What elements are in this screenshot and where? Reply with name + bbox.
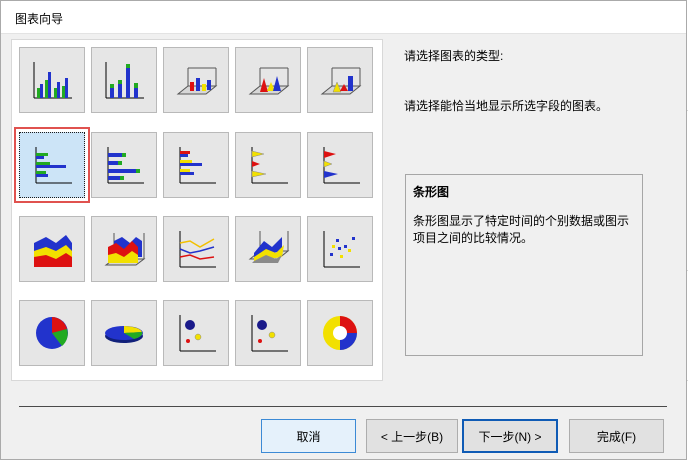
bar-chart-icon <box>35 147 72 184</box>
chart-type-prompt: 请选择图表的类型: <box>404 49 504 63</box>
3d-pie-chart-icon <box>105 326 143 343</box>
chart-type-clustered-bar[interactable] <box>163 132 229 198</box>
doughnut-chart-icon <box>323 316 357 350</box>
chart-description-panel: 条形图 条形图显示了特定时间的个别数据或图示项目之间的比较情况。 <box>405 174 643 356</box>
scatter-chart-icon <box>323 231 360 268</box>
chart-type-scatter[interactable] <box>307 216 373 282</box>
bubble-chart-alt-icon <box>251 315 288 352</box>
chart-type-gallery <box>11 39 383 381</box>
chart-type-stacked-column[interactable] <box>91 47 157 113</box>
chart-type-hint: 请选择能恰当地显示所选字段的图表。 <box>404 99 609 113</box>
chart-type-bubble[interactable] <box>163 300 229 366</box>
clustered-bar-chart-icon <box>179 147 216 184</box>
chart-description-text: 条形图显示了特定时间的个别数据或图示项目之间的比较情况。 <box>413 214 630 245</box>
pyramid-bar-chart-icon <box>323 147 360 184</box>
stacked-column-chart-icon <box>105 62 144 99</box>
3d-cone-chart-icon <box>248 67 290 95</box>
chart-type-3d-pie[interactable] <box>91 300 157 366</box>
dialog-title: 图表向导 <box>15 12 64 26</box>
cone-bar-chart-icon <box>251 147 288 184</box>
stacked-bar-chart-icon <box>107 147 144 184</box>
bubble-chart-icon <box>179 315 216 352</box>
chart-type-3d-column[interactable] <box>163 47 229 113</box>
chart-type-pie[interactable] <box>19 300 85 366</box>
pie-chart-icon <box>36 317 68 349</box>
3d-area-chart-icon <box>104 233 146 266</box>
chart-type-bar[interactable] <box>14 127 90 203</box>
chart-type-3d-cone[interactable] <box>235 47 301 113</box>
chart-type-pyramid-bar[interactable] <box>307 132 373 198</box>
next-button[interactable]: 下一步(N) > <box>462 419 558 453</box>
chart-type-area[interactable] <box>19 216 85 282</box>
chart-type-doughnut[interactable] <box>307 300 373 366</box>
3d-surface-chart-icon <box>248 231 290 263</box>
chart-wizard-dialog: 图表向导 请选择图表的类型: 请选择能恰当地显示所选字段的图表。 条形图 条形图… <box>0 0 687 460</box>
finish-button[interactable]: 完成(F) <box>569 419 664 453</box>
footer-divider <box>19 406 667 407</box>
chart-type-column[interactable] <box>19 47 85 113</box>
3d-pyramid-chart-icon <box>320 67 362 95</box>
3d-column-chart-icon <box>176 67 218 95</box>
chart-description-title: 条形图 <box>413 185 450 199</box>
cancel-button[interactable]: 取消 <box>261 419 356 453</box>
column-chart-icon <box>33 62 72 99</box>
chart-type-cone-bar[interactable] <box>235 132 301 198</box>
chart-type-3d-surface[interactable] <box>235 216 301 282</box>
chart-type-3d-pyramid[interactable] <box>307 47 373 113</box>
chart-type-3d-area[interactable] <box>91 216 157 282</box>
chart-type-bubble-alt[interactable] <box>235 300 301 366</box>
back-button[interactable]: < 上一步(B) <box>366 419 458 453</box>
line-chart-icon <box>179 231 216 268</box>
chart-type-line[interactable] <box>163 216 229 282</box>
area-chart-icon <box>34 235 72 267</box>
chart-type-stacked-bar[interactable] <box>91 132 157 198</box>
title-bar: 图表向导 <box>1 1 686 34</box>
